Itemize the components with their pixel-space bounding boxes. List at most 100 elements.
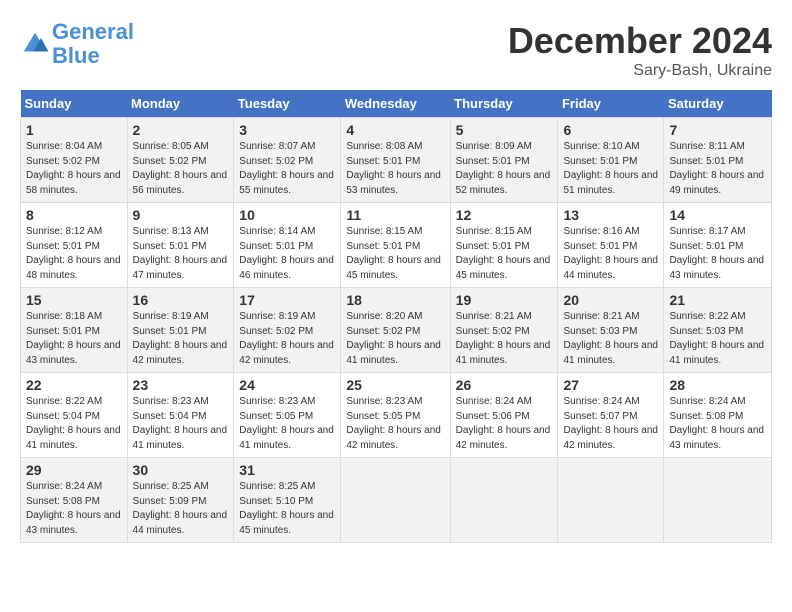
day-info: Sunrise: 8:14 AMSunset: 5:01 PMDaylight:…: [239, 226, 334, 281]
day-info: Sunrise: 8:24 AMSunset: 5:08 PMDaylight:…: [26, 481, 121, 536]
calendar-cell: 5 Sunrise: 8:09 AMSunset: 5:01 PMDayligh…: [450, 118, 558, 203]
logo-text: General Blue: [52, 20, 134, 68]
col-thursday: Thursday: [450, 90, 558, 118]
calendar-row: 8 Sunrise: 8:12 AMSunset: 5:01 PMDayligh…: [21, 203, 772, 288]
day-info: Sunrise: 8:07 AMSunset: 5:02 PMDaylight:…: [239, 141, 334, 196]
day-info: Sunrise: 8:22 AMSunset: 5:03 PMDaylight:…: [669, 311, 764, 366]
calendar-cell: 15 Sunrise: 8:18 AMSunset: 5:01 PMDaylig…: [21, 288, 128, 373]
calendar-table: Sunday Monday Tuesday Wednesday Thursday…: [20, 90, 772, 543]
day-number: 21: [669, 292, 766, 308]
day-info: Sunrise: 8:24 AMSunset: 5:07 PMDaylight:…: [563, 396, 658, 451]
calendar-cell: 24 Sunrise: 8:23 AMSunset: 5:05 PMDaylig…: [234, 373, 341, 458]
day-info: Sunrise: 8:09 AMSunset: 5:01 PMDaylight:…: [456, 141, 551, 196]
day-info: Sunrise: 8:18 AMSunset: 5:01 PMDaylight:…: [26, 311, 121, 366]
day-number: 13: [563, 207, 658, 223]
day-info: Sunrise: 8:24 AMSunset: 5:08 PMDaylight:…: [669, 396, 764, 451]
day-info: Sunrise: 8:15 AMSunset: 5:01 PMDaylight:…: [346, 226, 441, 281]
calendar-cell: 4 Sunrise: 8:08 AMSunset: 5:01 PMDayligh…: [341, 118, 450, 203]
col-friday: Friday: [558, 90, 664, 118]
col-monday: Monday: [127, 90, 234, 118]
calendar-row: 1 Sunrise: 8:04 AMSunset: 5:02 PMDayligh…: [21, 118, 772, 203]
day-number: 15: [26, 292, 122, 308]
day-info: Sunrise: 8:19 AMSunset: 5:02 PMDaylight:…: [239, 311, 334, 366]
calendar-cell: 1 Sunrise: 8:04 AMSunset: 5:02 PMDayligh…: [21, 118, 128, 203]
day-info: Sunrise: 8:05 AMSunset: 5:02 PMDaylight:…: [133, 141, 228, 196]
calendar-cell: 14 Sunrise: 8:17 AMSunset: 5:01 PMDaylig…: [664, 203, 772, 288]
day-info: Sunrise: 8:21 AMSunset: 5:03 PMDaylight:…: [563, 311, 658, 366]
calendar-row: 29 Sunrise: 8:24 AMSunset: 5:08 PMDaylig…: [21, 458, 772, 543]
calendar-cell: 7 Sunrise: 8:11 AMSunset: 5:01 PMDayligh…: [664, 118, 772, 203]
page-header: General Blue December 2024 Sary-Bash, Uk…: [20, 20, 772, 80]
day-number: 9: [133, 207, 229, 223]
day-info: Sunrise: 8:10 AMSunset: 5:01 PMDaylight:…: [563, 141, 658, 196]
calendar-cell: 30 Sunrise: 8:25 AMSunset: 5:09 PMDaylig…: [127, 458, 234, 543]
day-info: Sunrise: 8:24 AMSunset: 5:06 PMDaylight:…: [456, 396, 551, 451]
calendar-cell: 13 Sunrise: 8:16 AMSunset: 5:01 PMDaylig…: [558, 203, 664, 288]
day-number: 5: [456, 122, 553, 138]
calendar-cell: 3 Sunrise: 8:07 AMSunset: 5:02 PMDayligh…: [234, 118, 341, 203]
calendar-cell: 19 Sunrise: 8:21 AMSunset: 5:02 PMDaylig…: [450, 288, 558, 373]
day-number: 14: [669, 207, 766, 223]
logo: General Blue: [20, 20, 134, 68]
day-info: Sunrise: 8:22 AMSunset: 5:04 PMDaylight:…: [26, 396, 121, 451]
day-info: Sunrise: 8:15 AMSunset: 5:01 PMDaylight:…: [456, 226, 551, 281]
day-info: Sunrise: 8:23 AMSunset: 5:05 PMDaylight:…: [239, 396, 334, 451]
calendar-cell: 6 Sunrise: 8:10 AMSunset: 5:01 PMDayligh…: [558, 118, 664, 203]
calendar-cell: 25 Sunrise: 8:23 AMSunset: 5:05 PMDaylig…: [341, 373, 450, 458]
day-info: Sunrise: 8:11 AMSunset: 5:01 PMDaylight:…: [669, 141, 764, 196]
day-number: 1: [26, 122, 122, 138]
day-info: Sunrise: 8:21 AMSunset: 5:02 PMDaylight:…: [456, 311, 551, 366]
calendar-cell: 10 Sunrise: 8:14 AMSunset: 5:01 PMDaylig…: [234, 203, 341, 288]
day-info: Sunrise: 8:17 AMSunset: 5:01 PMDaylight:…: [669, 226, 764, 281]
day-info: Sunrise: 8:12 AMSunset: 5:01 PMDaylight:…: [26, 226, 121, 281]
day-number: 7: [669, 122, 766, 138]
calendar-cell: [341, 458, 450, 543]
calendar-cell: 2 Sunrise: 8:05 AMSunset: 5:02 PMDayligh…: [127, 118, 234, 203]
logo-icon: [20, 29, 50, 59]
day-number: 27: [563, 377, 658, 393]
title-block: December 2024 Sary-Bash, Ukraine: [508, 20, 772, 80]
calendar-row: 22 Sunrise: 8:22 AMSunset: 5:04 PMDaylig…: [21, 373, 772, 458]
day-number: 24: [239, 377, 335, 393]
day-number: 23: [133, 377, 229, 393]
col-tuesday: Tuesday: [234, 90, 341, 118]
calendar-cell: 27 Sunrise: 8:24 AMSunset: 5:07 PMDaylig…: [558, 373, 664, 458]
calendar-cell: 8 Sunrise: 8:12 AMSunset: 5:01 PMDayligh…: [21, 203, 128, 288]
day-number: 29: [26, 462, 122, 478]
day-number: 4: [346, 122, 444, 138]
day-info: Sunrise: 8:04 AMSunset: 5:02 PMDaylight:…: [26, 141, 121, 196]
day-info: Sunrise: 8:20 AMSunset: 5:02 PMDaylight:…: [346, 311, 441, 366]
day-number: 8: [26, 207, 122, 223]
day-number: 28: [669, 377, 766, 393]
calendar-cell: 26 Sunrise: 8:24 AMSunset: 5:06 PMDaylig…: [450, 373, 558, 458]
day-info: Sunrise: 8:23 AMSunset: 5:04 PMDaylight:…: [133, 396, 228, 451]
day-number: 26: [456, 377, 553, 393]
day-number: 18: [346, 292, 444, 308]
day-number: 25: [346, 377, 444, 393]
calendar-row: 15 Sunrise: 8:18 AMSunset: 5:01 PMDaylig…: [21, 288, 772, 373]
day-number: 17: [239, 292, 335, 308]
day-number: 11: [346, 207, 444, 223]
col-saturday: Saturday: [664, 90, 772, 118]
calendar-cell: 18 Sunrise: 8:20 AMSunset: 5:02 PMDaylig…: [341, 288, 450, 373]
calendar-cell: 22 Sunrise: 8:22 AMSunset: 5:04 PMDaylig…: [21, 373, 128, 458]
day-number: 22: [26, 377, 122, 393]
calendar-cell: 17 Sunrise: 8:19 AMSunset: 5:02 PMDaylig…: [234, 288, 341, 373]
day-info: Sunrise: 8:19 AMSunset: 5:01 PMDaylight:…: [133, 311, 228, 366]
day-number: 3: [239, 122, 335, 138]
calendar-cell: [664, 458, 772, 543]
day-number: 31: [239, 462, 335, 478]
calendar-cell: 20 Sunrise: 8:21 AMSunset: 5:03 PMDaylig…: [558, 288, 664, 373]
calendar-cell: 21 Sunrise: 8:22 AMSunset: 5:03 PMDaylig…: [664, 288, 772, 373]
calendar-cell: [450, 458, 558, 543]
col-sunday: Sunday: [21, 90, 128, 118]
day-number: 2: [133, 122, 229, 138]
day-info: Sunrise: 8:13 AMSunset: 5:01 PMDaylight:…: [133, 226, 228, 281]
day-info: Sunrise: 8:25 AMSunset: 5:10 PMDaylight:…: [239, 481, 334, 536]
day-info: Sunrise: 8:16 AMSunset: 5:01 PMDaylight:…: [563, 226, 658, 281]
day-number: 19: [456, 292, 553, 308]
day-number: 20: [563, 292, 658, 308]
day-number: 30: [133, 462, 229, 478]
col-wednesday: Wednesday: [341, 90, 450, 118]
calendar-cell: 16 Sunrise: 8:19 AMSunset: 5:01 PMDaylig…: [127, 288, 234, 373]
